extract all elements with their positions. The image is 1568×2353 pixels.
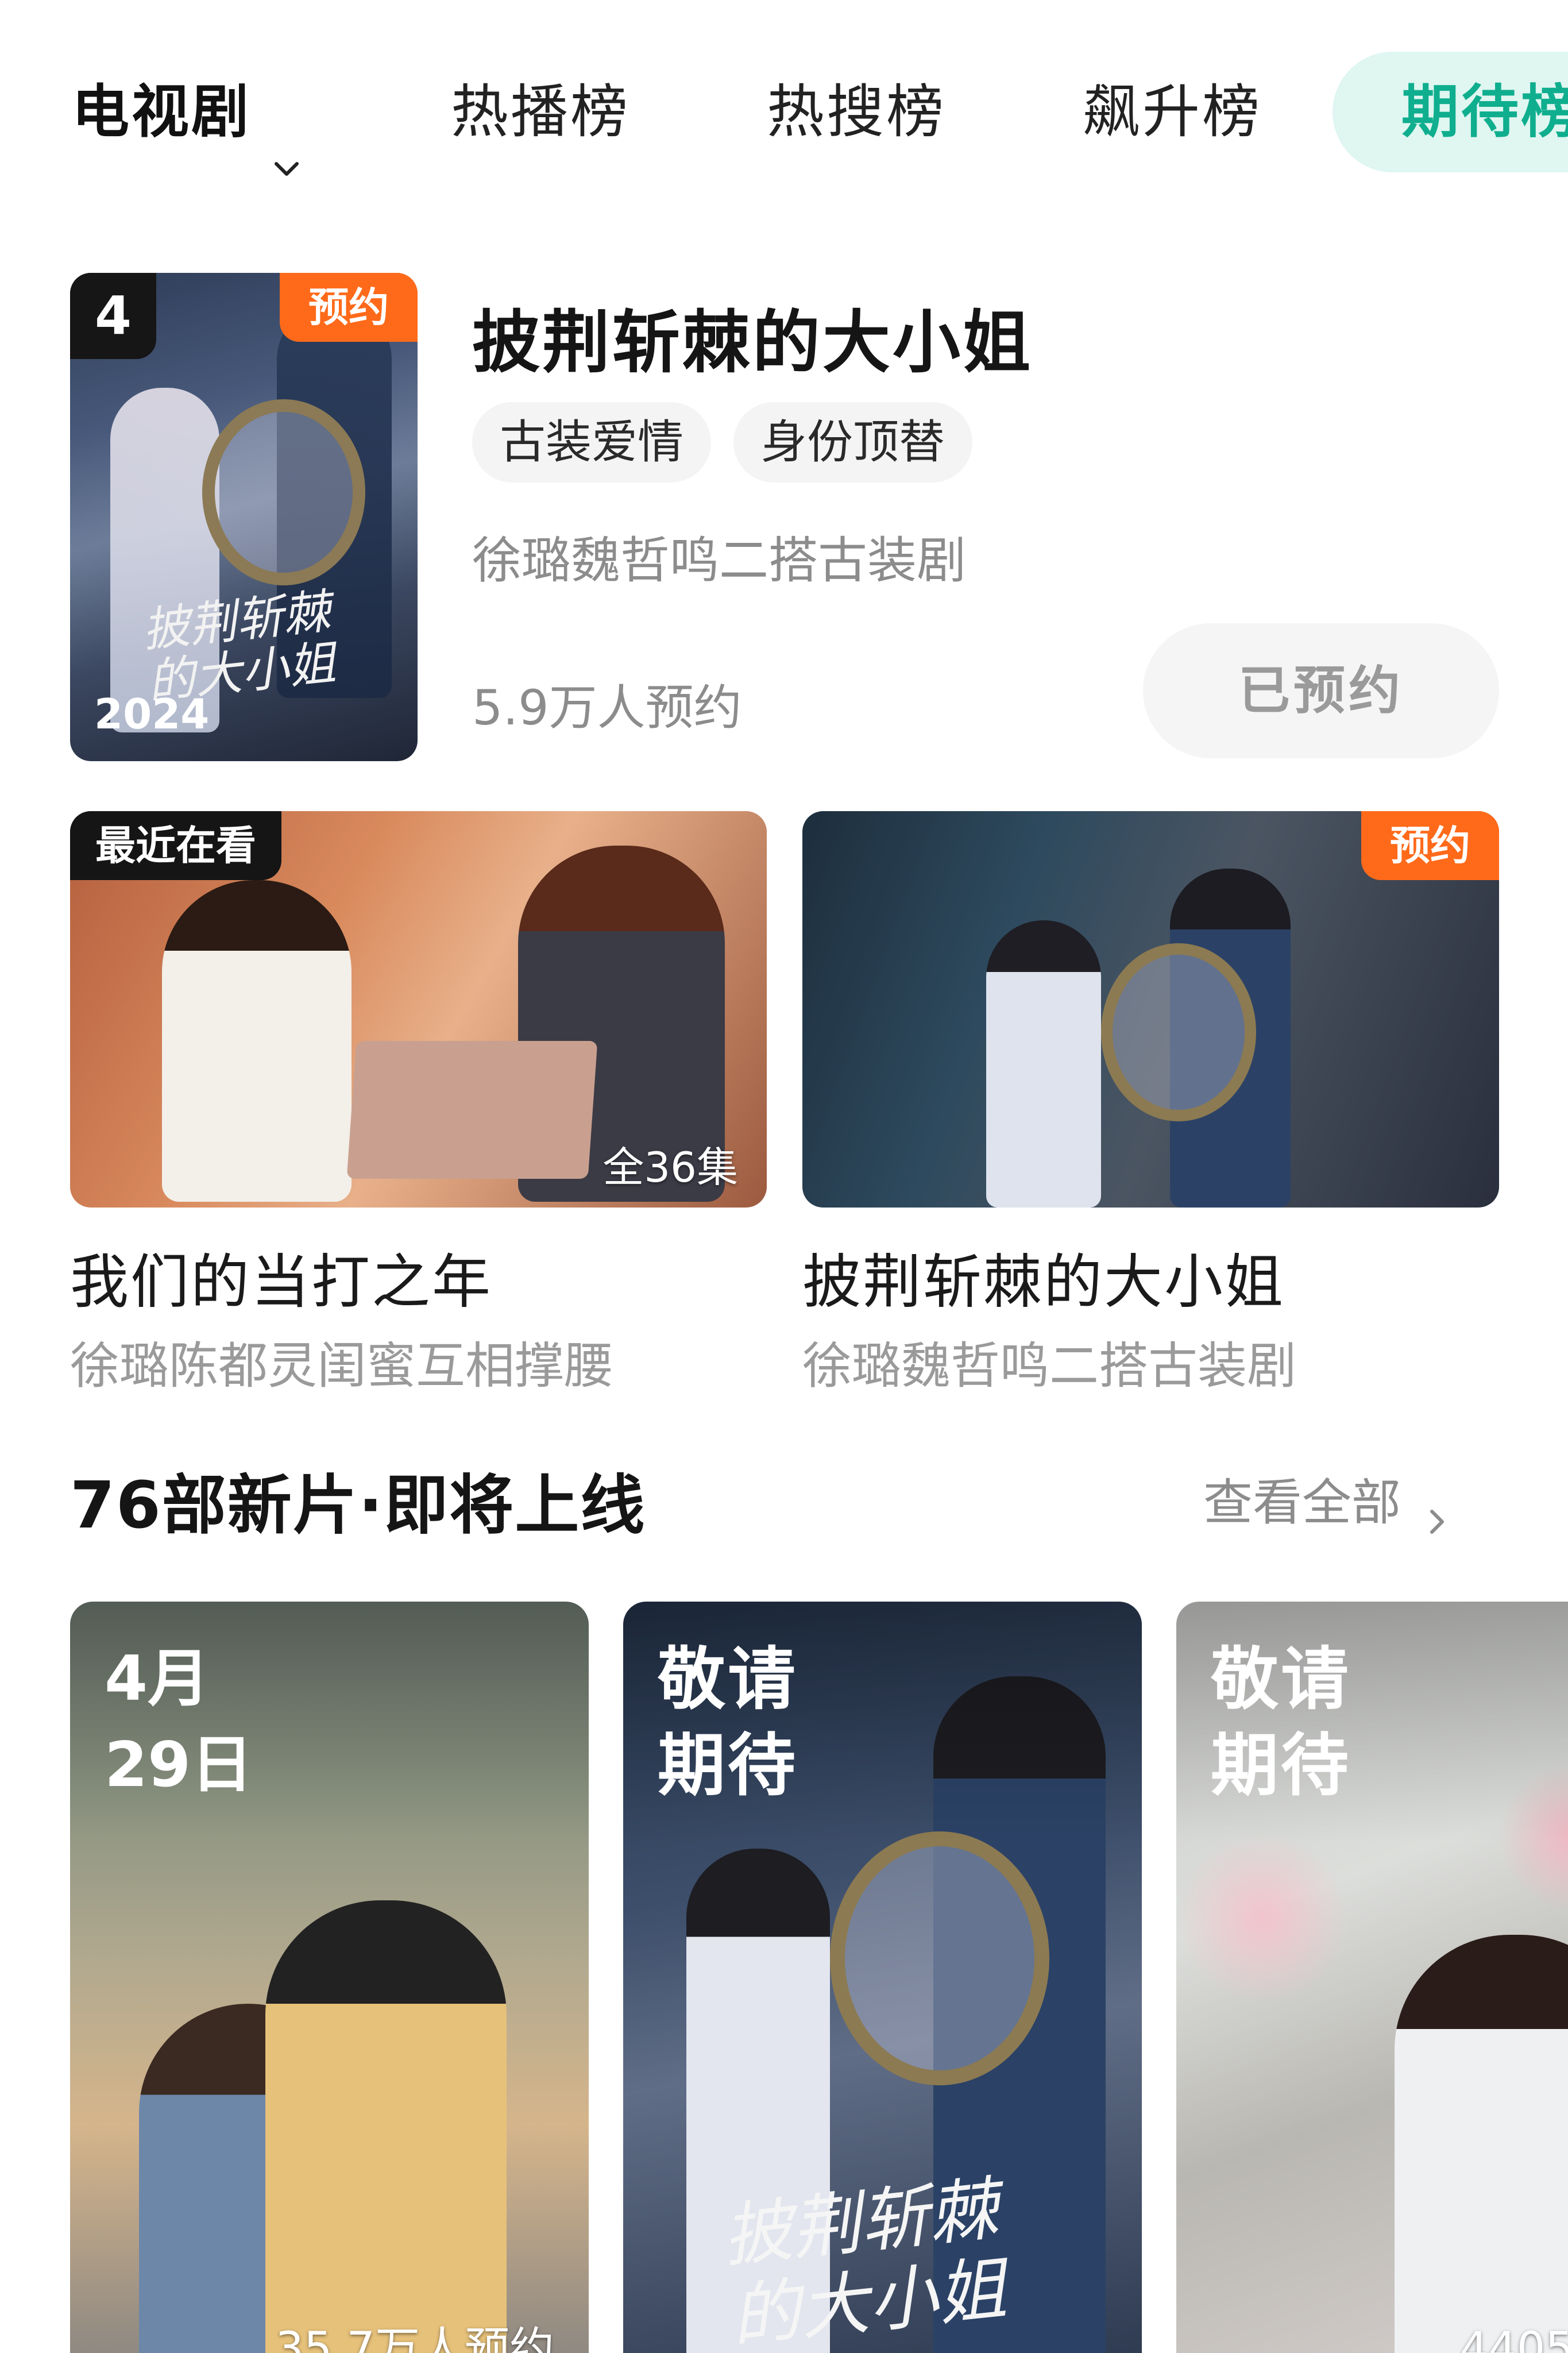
reserve-badge: 预约 <box>1361 811 1499 880</box>
poster-calligraphy-title: 披荆斩棘的大小姐 <box>719 2169 1010 2353</box>
poster-figure <box>265 1900 507 2353</box>
chevron-down-icon <box>274 95 299 176</box>
coming-soon-line1: 敬请 <box>658 1640 798 1719</box>
reserved-button[interactable]: 已预约 <box>1143 623 1499 758</box>
blossom-decoration <box>1176 1831 1349 2004</box>
show-subtitle: 徐璐魏哲鸣二搭古装剧 <box>802 1337 1296 1395</box>
coming-soon-line2: 期待 <box>658 1726 798 1805</box>
show-subtitle: 徐璐陈都灵闺蜜互相撑腰 <box>70 1337 613 1395</box>
coming-soon-line2: 期待 <box>1211 1726 1351 1805</box>
show-title[interactable]: 披荆斩棘的大小姐 <box>802 1235 1499 1320</box>
show-title[interactable]: 我们的当打之年 <box>70 1235 767 1320</box>
coming-soon-line1: 敬请 <box>1211 1640 1351 1719</box>
section-title: 76部新片·即将上线 <box>70 1468 646 1543</box>
upcoming-poster[interactable]: 敬请 期待 4405人 <box>1176 1602 1568 2353</box>
reserve-badge: 预约 <box>280 273 418 342</box>
tag-chip[interactable]: 古装爱情 <box>472 402 711 483</box>
tab-hot-play[interactable]: 热播榜 <box>451 46 630 178</box>
category-dropdown[interactable]: 电视剧 <box>72 46 299 178</box>
release-month: 4月 <box>105 1643 210 1715</box>
poster-reservation-count: 35.7万人预约 <box>275 2323 554 2353</box>
tab-hot-search[interactable]: 热搜榜 <box>767 46 946 178</box>
thumbnail-mirror <box>1101 943 1256 1121</box>
poster-mirror <box>202 399 365 585</box>
thumbnail-figure <box>162 880 352 1202</box>
featured-description: 徐璐魏哲鸣二搭古装剧 <box>472 532 966 589</box>
thumbnail-figure <box>986 920 1101 1208</box>
rank-badge: 4 <box>70 273 156 359</box>
coming-soon-label: 敬请 期待 <box>658 1636 798 1808</box>
release-day: 29日 <box>105 1729 253 1801</box>
chevron-right-icon <box>1424 1489 1449 1534</box>
show-card[interactable]: 预约 披荆斩棘的大小姐 徐璐魏哲鸣二搭古装剧 <box>802 811 1499 1397</box>
recently-watched-badge: 最近在看 <box>70 811 281 880</box>
laptop-illustration <box>346 1041 598 1179</box>
view-all-label: 查看全部 <box>1203 1474 1401 1532</box>
tab-anticipated[interactable]: 期待榜 <box>1333 52 1568 172</box>
show-thumbnail[interactable]: 预约 <box>802 811 1499 1208</box>
show-thumbnail[interactable]: 最近在看 全36集 <box>70 811 767 1208</box>
view-all-link[interactable]: 查看全部 <box>1203 1462 1449 1534</box>
featured-title[interactable]: 披荆斩棘的大小姐 <box>472 287 1033 385</box>
reservation-count: 5.9万人预约 <box>472 680 742 736</box>
category-label: 电视剧 <box>72 78 251 145</box>
tab-rising[interactable]: 飙升榜 <box>1083 46 1262 178</box>
upcoming-poster[interactable]: 披荆斩棘的大小姐 敬请 期待 <box>623 1602 1142 2353</box>
ranking-tab-bar: 电视剧 热播榜 热搜榜 飙升榜 期待榜 <box>0 46 1568 178</box>
poster-mirror <box>830 1831 1049 2085</box>
coming-soon-label: 敬请 期待 <box>1211 1636 1351 1808</box>
poster-reservation-count: 4405人 <box>1459 2323 1568 2353</box>
tag-chip[interactable]: 身份顶替 <box>733 402 972 483</box>
poster-figure <box>1395 1935 1568 2353</box>
episode-count: 全36集 <box>603 1143 738 1191</box>
app-screen: 电视剧 热播榜 热搜榜 飙升榜 期待榜 披荆斩棘的大小姐 4 预约 2024 披… <box>0 0 1568 2353</box>
upcoming-poster[interactable]: 4月 29日 35.7万人预约 <box>70 1602 589 2353</box>
featured-poster[interactable]: 披荆斩棘的大小姐 4 预约 2024 <box>70 273 418 761</box>
release-date: 4月 29日 <box>105 1636 253 1808</box>
show-card[interactable]: 最近在看 全36集 我们的当打之年 徐璐陈都灵闺蜜互相撑腰 <box>70 811 767 1397</box>
year-label: 2024 <box>94 690 210 738</box>
